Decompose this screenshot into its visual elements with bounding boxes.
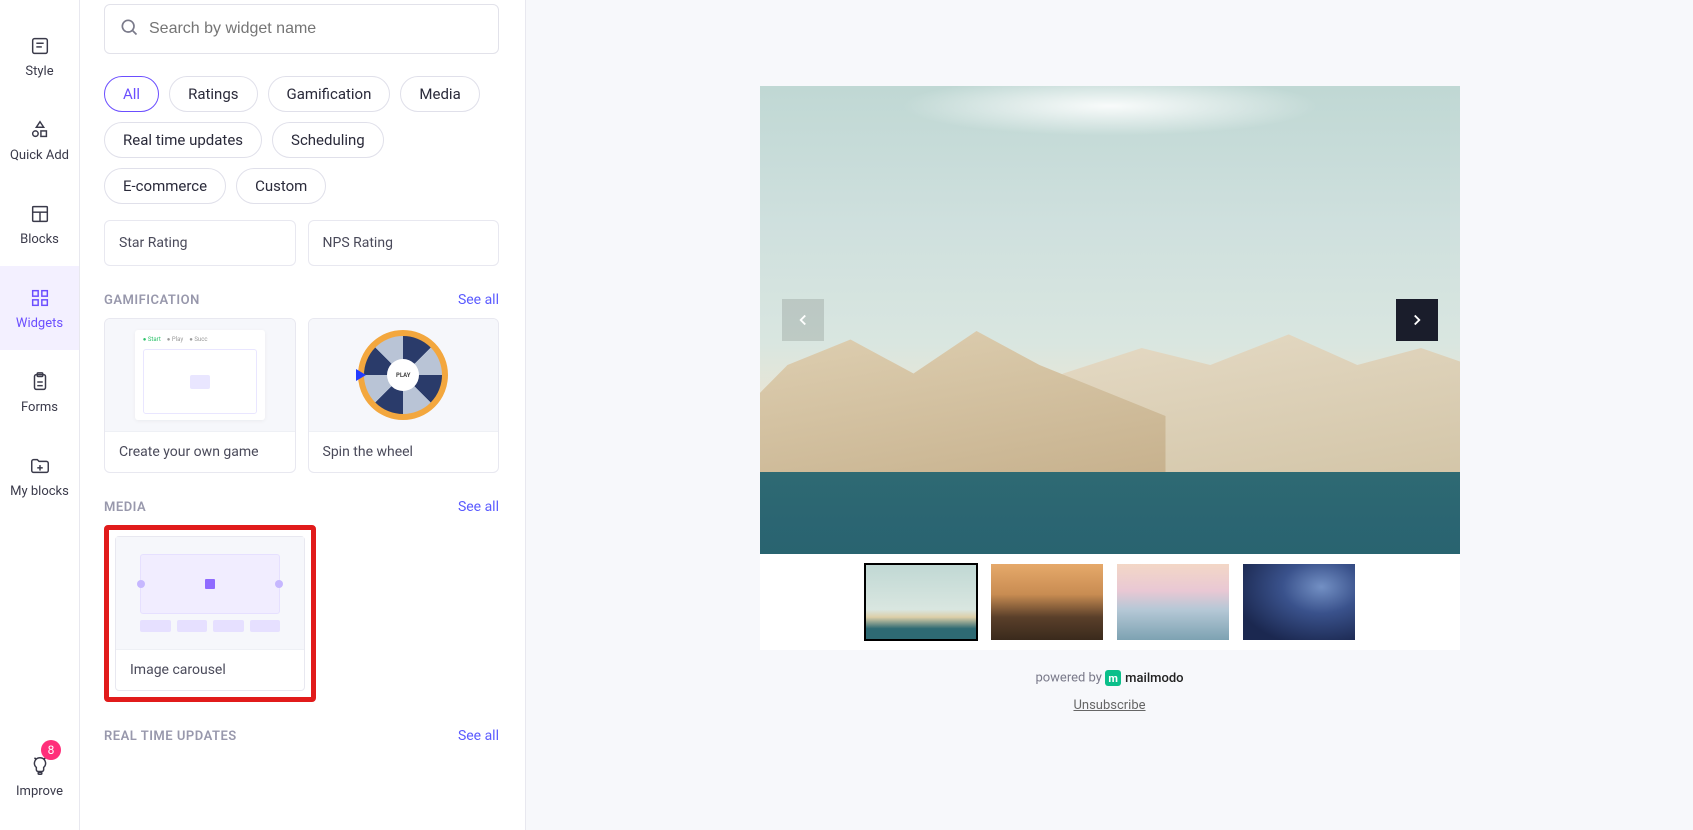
search-icon	[119, 17, 139, 41]
chip-gamification[interactable]: Gamification	[268, 76, 391, 112]
section-head-realtime: REAL TIME UPDATES See all	[104, 728, 499, 744]
chip-ecommerce[interactable]: E-commerce	[104, 168, 226, 204]
carousel-next-button[interactable]	[1396, 299, 1438, 341]
rail-style[interactable]: Style	[0, 14, 79, 98]
carousel-thumb-1[interactable]	[865, 564, 977, 640]
card-thumb: ● Start● Play● Succ	[105, 319, 295, 431]
spin-wheel-thumbnail: PLAY	[358, 330, 448, 420]
widgets-panel: All Ratings Gamification Media Real time…	[80, 0, 526, 830]
rail-label: Style	[25, 64, 53, 79]
card-create-your-own-game[interactable]: ● Start● Play● Succ Create your own game	[104, 318, 296, 473]
game-builder-thumbnail: ● Start● Play● Succ	[135, 330, 265, 420]
filter-chips: All Ratings Gamification Media Real time…	[104, 76, 499, 204]
rail-quick-add[interactable]: Quick Add	[0, 98, 79, 182]
chip-ratings[interactable]: Ratings	[169, 76, 257, 112]
rail-improve[interactable]: 8 Improve	[0, 734, 79, 818]
carousel-thumb-2[interactable]	[991, 564, 1103, 640]
brand-logo-icon: m	[1105, 670, 1121, 686]
section-head-media: MEDIA See all	[104, 499, 499, 515]
wheel-hub-label: PLAY	[387, 359, 419, 391]
carousel-thumbnails	[760, 554, 1460, 650]
rail-label: Quick Add	[10, 148, 69, 163]
see-all-gamification[interactable]: See all	[458, 292, 499, 308]
rail-label: Improve	[16, 784, 63, 799]
rail-forms[interactable]: Forms	[0, 350, 79, 434]
see-all-realtime[interactable]: See all	[458, 728, 499, 744]
side-rail: Style Quick Add Blocks Widgets Forms	[0, 0, 80, 830]
panel-scroll[interactable]: All Ratings Gamification Media Real time…	[104, 0, 505, 830]
rail-label: Blocks	[20, 232, 59, 247]
chip-all[interactable]: All	[104, 76, 159, 112]
layout-icon	[28, 202, 52, 226]
chip-media[interactable]: Media	[400, 76, 479, 112]
search-field[interactable]	[104, 4, 499, 54]
rail-widgets[interactable]: Widgets	[0, 266, 79, 350]
card-star-rating[interactable]: Star Rating	[104, 220, 296, 266]
see-all-media[interactable]: See all	[458, 499, 499, 515]
rail-label: Forms	[21, 400, 58, 415]
card-thumb: PLAY	[309, 319, 499, 431]
improve-badge: 8	[41, 740, 61, 760]
chip-custom[interactable]: Custom	[236, 168, 326, 204]
section-head-gamification: GAMIFICATION See all	[104, 292, 499, 308]
powered-by-text: powered by	[1035, 671, 1102, 686]
unsubscribe-link[interactable]: Unsubscribe	[760, 698, 1460, 713]
clipboard-icon	[28, 370, 52, 394]
search-input[interactable]	[149, 20, 484, 38]
carousel-prev-button[interactable]	[782, 299, 824, 341]
rail-label: Widgets	[16, 316, 63, 331]
chip-scheduling[interactable]: Scheduling	[272, 122, 384, 158]
card-thumb	[116, 537, 304, 649]
folder-plus-icon	[28, 454, 52, 478]
media-cards: Image carousel	[104, 525, 499, 702]
card-label: Create your own game	[105, 431, 295, 472]
section-title: REAL TIME UPDATES	[104, 729, 237, 744]
chip-realtime[interactable]: Real time updates	[104, 122, 262, 158]
brand-badge[interactable]: m mailmodo	[1105, 670, 1183, 686]
email-preview: powered by m mailmodo Unsubscribe	[760, 86, 1460, 830]
widgets-icon	[28, 286, 52, 310]
carousel-thumb-4[interactable]	[1243, 564, 1355, 640]
card-spin-the-wheel[interactable]: PLAY Spin the wheel	[308, 318, 500, 473]
card-label: Image carousel	[116, 649, 304, 690]
brand-name: mailmodo	[1125, 671, 1183, 686]
card-label: Spin the wheel	[309, 431, 499, 472]
section-title: GAMIFICATION	[104, 293, 200, 308]
section-title: MEDIA	[104, 500, 146, 515]
preview-pane: powered by m mailmodo Unsubscribe	[526, 0, 1693, 830]
image-carousel-thumbnail	[140, 554, 280, 632]
shapes-icon	[28, 118, 52, 142]
rail-label: My blocks	[10, 484, 69, 499]
style-icon	[28, 34, 52, 58]
gamification-cards: ● Start● Play● Succ Create your own game…	[104, 318, 499, 473]
carousel-hero	[760, 86, 1460, 554]
card-image-carousel-highlighted[interactable]: Image carousel	[104, 525, 316, 702]
rail-my-blocks[interactable]: My blocks	[0, 434, 79, 518]
carousel-thumb-3[interactable]	[1117, 564, 1229, 640]
app-root: Style Quick Add Blocks Widgets Forms	[0, 0, 1693, 830]
rating-cards-row: Star Rating NPS Rating	[104, 220, 499, 266]
rail-blocks[interactable]: Blocks	[0, 182, 79, 266]
card-nps-rating[interactable]: NPS Rating	[308, 220, 500, 266]
preview-footer: powered by m mailmodo Unsubscribe	[760, 670, 1460, 713]
